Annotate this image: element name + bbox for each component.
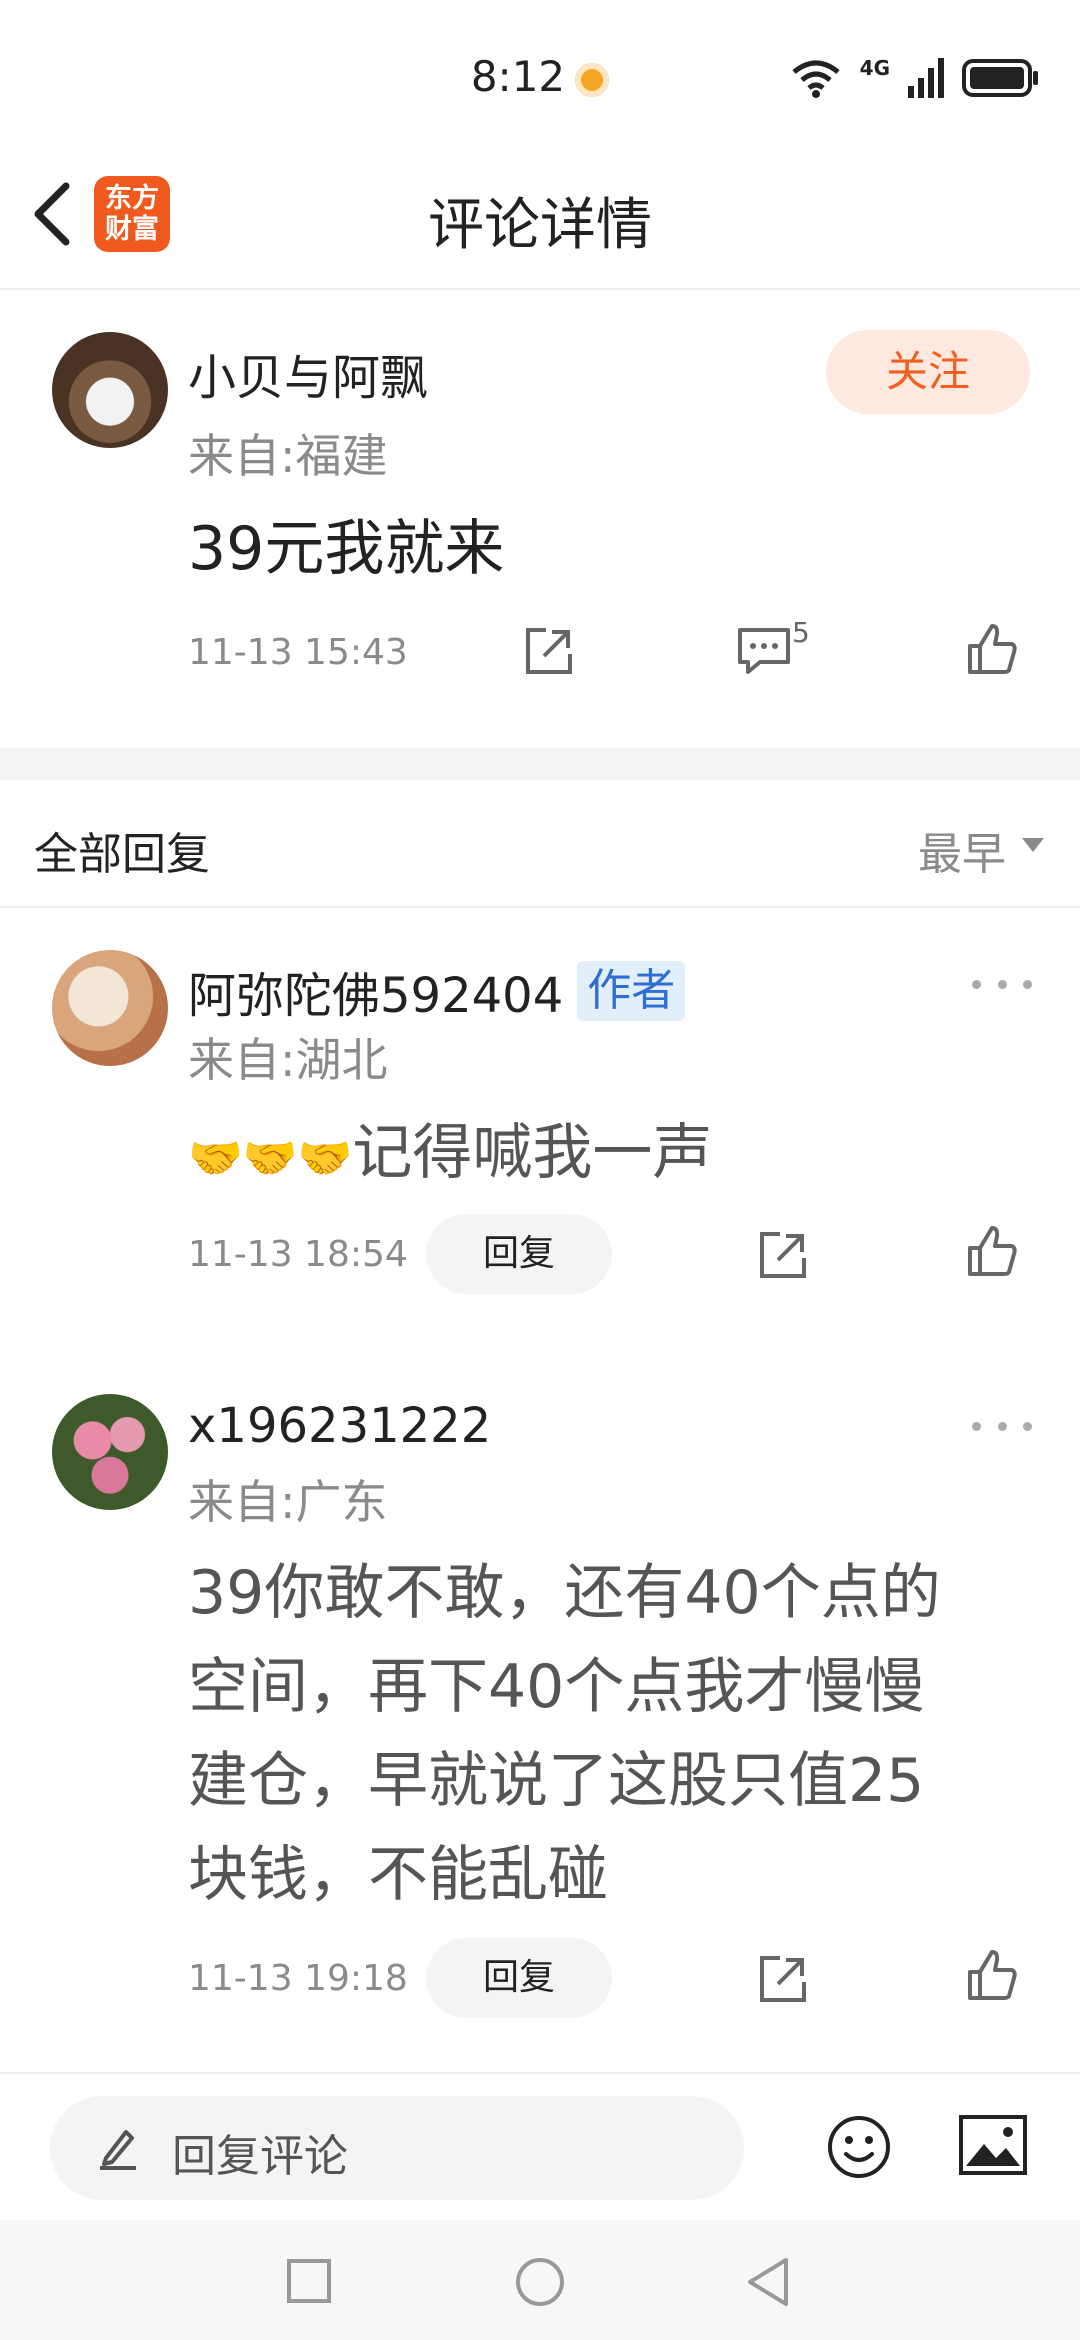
- share-button[interactable]: [756, 1228, 810, 1286]
- comment-icon: [738, 628, 790, 674]
- reply-text-line: 块钱，不能乱碰: [188, 1840, 608, 1910]
- comment-count: 5: [792, 616, 810, 649]
- thumbs-up-icon: [968, 624, 1017, 674]
- share-icon: [760, 1232, 806, 1278]
- reply-button[interactable]: 回复: [426, 1214, 612, 1294]
- page-title: 评论详情: [428, 193, 652, 258]
- reply-time: 11-13 18:54: [188, 1234, 408, 1275]
- handshake-emoji: 🤝🤝🤝: [188, 1133, 353, 1184]
- thumbs-up-icon: [968, 1226, 1017, 1276]
- wifi-icon: [792, 60, 840, 98]
- status-icons: 4G: [790, 56, 1040, 100]
- post-username[interactable]: 小贝与阿飘: [188, 338, 428, 408]
- triangle-back-icon: [748, 2258, 788, 2306]
- more-options-button[interactable]: [972, 974, 1032, 994]
- back-nav-button[interactable]: [744, 2256, 792, 2312]
- sort-dropdown[interactable]: 最早: [918, 818, 1006, 882]
- like-button[interactable]: [964, 1948, 1020, 2008]
- comment-button[interactable]: [736, 624, 792, 682]
- image-button[interactable]: [958, 2114, 1028, 2180]
- reply-text-line: 建仓，早就说了这股只值25: [188, 1746, 925, 1816]
- reply-location: 来自:湖北: [188, 1033, 388, 1087]
- clock-text: 8:12: [470, 52, 566, 101]
- section-separator: [0, 748, 1080, 780]
- post-avatar[interactable]: [52, 332, 168, 448]
- thumbs-up-icon: [968, 1950, 1017, 2000]
- post-location: 来自:福建: [188, 429, 388, 483]
- replies-title: 全部回复: [34, 829, 210, 880]
- reply-location: 来自:广东: [188, 1475, 388, 1529]
- share-icon: [526, 628, 572, 674]
- recent-apps-button[interactable]: [286, 2258, 332, 2308]
- emoji-button[interactable]: [826, 2114, 892, 2184]
- signal-icon: [908, 58, 944, 98]
- reply-content: 🤝🤝🤝记得喊我一声: [188, 1106, 712, 1206]
- like-button[interactable]: [964, 622, 1020, 682]
- smiley-icon: [828, 2116, 890, 2178]
- like-button[interactable]: [964, 1224, 1020, 1284]
- author-badge: 作者: [577, 961, 686, 1021]
- network-label: 4G: [859, 56, 890, 80]
- reply-author-row: 阿弥陀佛592404 作者: [188, 956, 686, 1026]
- share-icon: [760, 1956, 806, 2002]
- reply-button[interactable]: 回复: [426, 1938, 612, 2018]
- square-icon: [287, 2259, 331, 2303]
- reply-avatar[interactable]: [52, 1394, 168, 1510]
- reply-username[interactable]: x196231222: [188, 1398, 491, 1454]
- reply-username[interactable]: 阿弥陀佛592404: [188, 956, 563, 1026]
- reply-time: 11-13 19:18: [188, 1958, 408, 1999]
- reply-avatar[interactable]: [52, 950, 168, 1066]
- reply-text: 记得喊我一声: [352, 1118, 713, 1188]
- post-time: 11-13 15:43: [188, 632, 408, 673]
- image-icon: [959, 2115, 1027, 2175]
- notification-icon: [575, 62, 610, 97]
- reply-comment-input[interactable]: [50, 2096, 744, 2200]
- share-button[interactable]: [522, 624, 576, 682]
- circle-icon: [516, 2258, 564, 2306]
- share-button[interactable]: [756, 1952, 810, 2010]
- follow-button[interactable]: 关注: [826, 330, 1030, 414]
- reply-text-line: 39你敢不敢，还有40个点的: [188, 1558, 941, 1628]
- reply-text-line: 空间，再下40个点我才慢慢: [188, 1652, 925, 1722]
- home-button[interactable]: [514, 2256, 566, 2312]
- reply-content: 39你敢不敢，还有40个点的 空间，再下40个点我才慢慢 建仓，早就说了这股只值…: [188, 1546, 941, 1922]
- pencil-icon: [96, 2124, 140, 2176]
- post-content: 39元我就来: [188, 514, 505, 584]
- header-divider: [0, 288, 1080, 290]
- more-options-button[interactable]: [972, 1416, 1032, 1436]
- battery-icon: [962, 59, 1038, 97]
- reply-input-placeholder[interactable]: 回复评论: [172, 2120, 348, 2184]
- caret-down-icon[interactable]: [1022, 838, 1044, 852]
- replies-header-divider: [0, 906, 1080, 908]
